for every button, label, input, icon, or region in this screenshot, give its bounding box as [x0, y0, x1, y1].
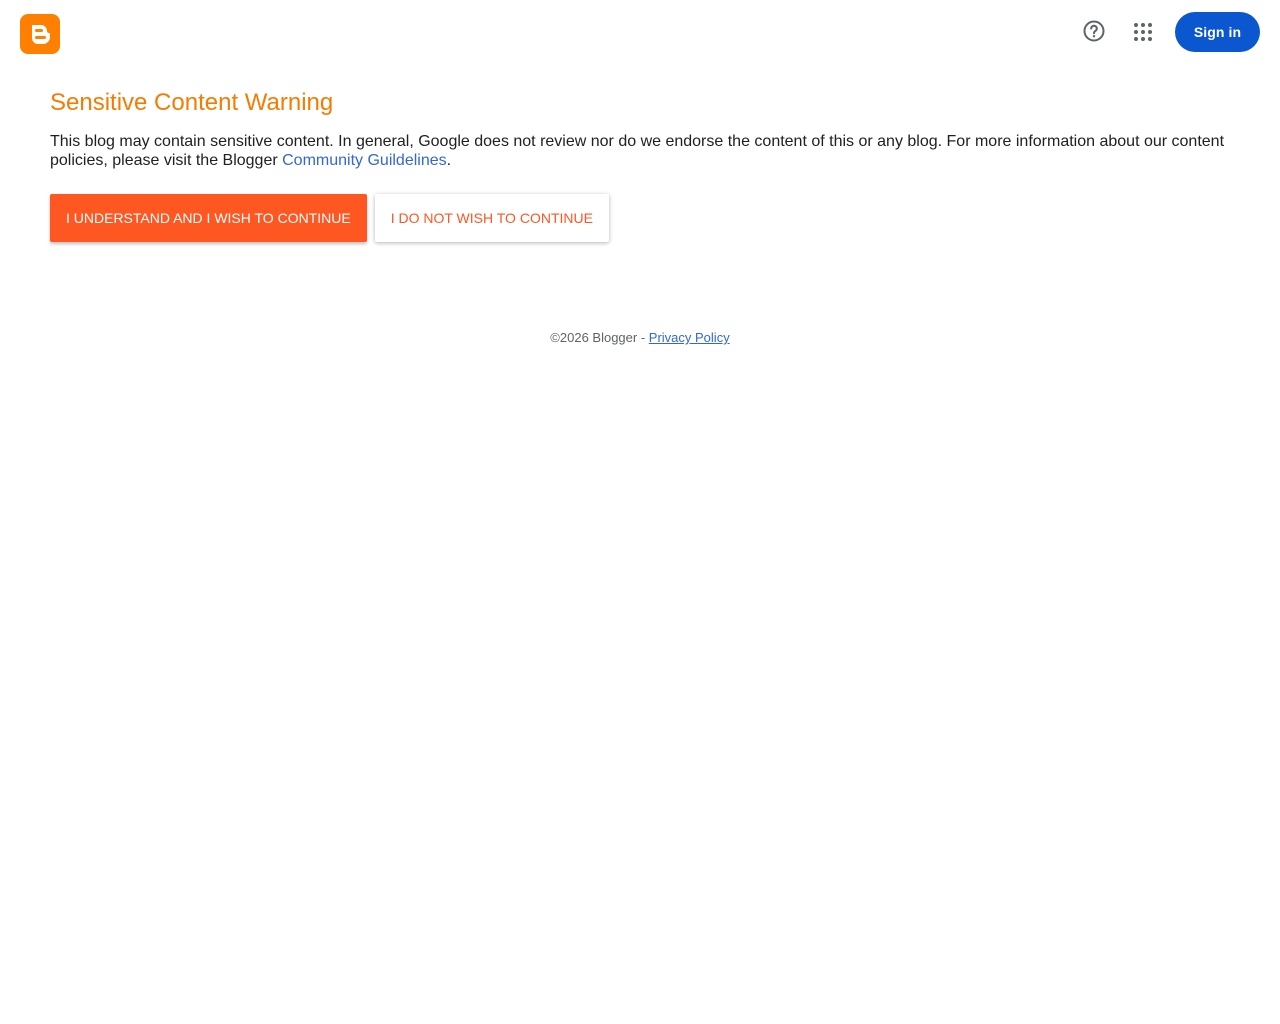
warning-description: This blog may contain sensitive content.… — [50, 132, 1230, 170]
apps-grid-icon[interactable] — [1127, 16, 1159, 48]
footer: ©2026 Blogger - Privacy Policy — [0, 330, 1280, 345]
help-icon[interactable] — [1078, 15, 1110, 47]
top-bar: Sign in — [0, 0, 1280, 68]
decline-button[interactable]: I DO NOT WISH TO CONTINUE — [374, 194, 609, 242]
sign-in-button[interactable]: Sign in — [1175, 12, 1260, 52]
continue-button[interactable]: I UNDERSTAND AND I WISH TO CONTINUE — [50, 194, 367, 242]
blogger-logo-icon[interactable] — [20, 14, 60, 54]
description-suffix: . — [446, 152, 452, 169]
privacy-policy-link[interactable]: Privacy Policy — [649, 330, 730, 345]
description-text: This blog may contain sensitive content.… — [50, 133, 1225, 169]
copyright-text: ©2026 Blogger - — [550, 330, 649, 345]
page-title: Sensitive Content Warning — [50, 89, 334, 116]
action-buttons: I UNDERSTAND AND I WISH TO CONTINUE I DO… — [50, 194, 1230, 242]
warning-panel: Sensitive Content Warning This blog may … — [50, 86, 1230, 242]
community-guidelines-link[interactable]: Community Guildelines — [282, 152, 447, 169]
